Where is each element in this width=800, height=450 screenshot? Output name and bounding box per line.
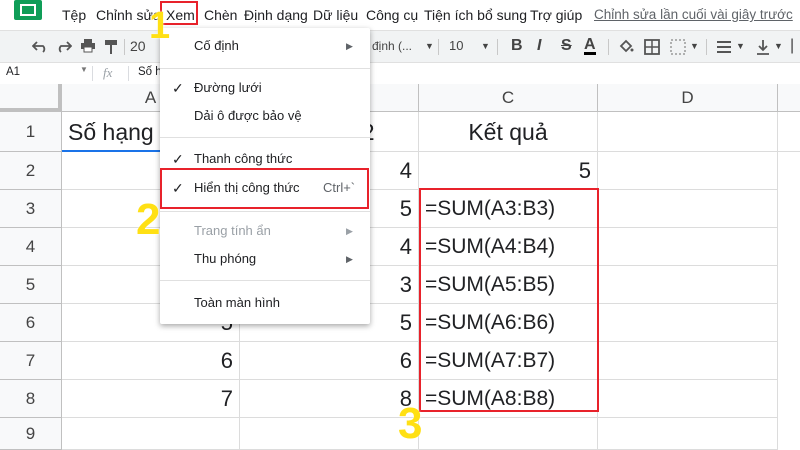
sheets-logo-icon[interactable] — [14, 0, 42, 20]
menu-file[interactable]: Tệp — [62, 6, 86, 24]
redo-icon[interactable] — [56, 39, 72, 53]
font-size-arrow-icon[interactable]: ▼ — [481, 37, 490, 55]
text-wrap-icon[interactable]: | — [790, 37, 794, 55]
cell-d4[interactable] — [598, 228, 778, 266]
row-header-8[interactable]: 8 — [0, 380, 62, 418]
row-header-6[interactable]: 6 — [0, 304, 62, 342]
undo-icon[interactable] — [32, 39, 48, 53]
toolbar-divider — [706, 39, 707, 55]
cell-b8[interactable]: 8 — [240, 380, 419, 418]
cell-d3[interactable] — [598, 190, 778, 228]
cell-c2[interactable]: 5 — [419, 152, 598, 190]
step-2-label: 2 — [136, 195, 161, 244]
view-menu-protected-ranges[interactable]: Dải ô được bảo vệ — [194, 107, 302, 125]
strikethrough-button[interactable]: S — [561, 37, 572, 55]
cell-a7[interactable]: 6 — [62, 342, 240, 380]
menu-divider — [160, 68, 370, 69]
print-icon[interactable] — [80, 39, 96, 53]
formula-bar: A1 ▼ fx Số h — [0, 62, 800, 86]
font-select[interactable]: định (... — [372, 37, 412, 55]
text-color-button[interactable]: A — [584, 37, 596, 55]
bold-button[interactable]: B — [511, 37, 523, 55]
cell-d9[interactable] — [598, 418, 778, 450]
check-icon: ✓ — [172, 80, 184, 96]
column-header-d[interactable]: D — [598, 84, 778, 112]
font-size-select[interactable]: 10 — [449, 37, 463, 55]
menu-insert[interactable]: Chèn — [204, 6, 237, 24]
cell-d5[interactable] — [598, 266, 778, 304]
toolbar-divider — [497, 39, 498, 55]
toolbar-divider — [124, 39, 125, 55]
menu-addons[interactable]: Tiện ích bổ sung — [424, 6, 527, 24]
menu-data[interactable]: Dữ liệu — [313, 6, 358, 24]
show-formulas-highlight — [160, 168, 369, 209]
submenu-arrow-icon: ▶ — [346, 41, 353, 51]
fill-color-icon[interactable] — [618, 39, 634, 55]
menu-help[interactable]: Trợ giúp — [530, 6, 582, 24]
column-header-c[interactable]: C — [419, 84, 598, 112]
row-header-1[interactable]: 1 — [0, 112, 62, 152]
cell-d7[interactable] — [598, 342, 778, 380]
view-menu-hidden-sheets: Trang tính ẩn — [194, 223, 271, 238]
view-menu-full-screen[interactable]: Toàn màn hình — [194, 294, 280, 312]
zoom-select[interactable]: 20 — [130, 37, 146, 55]
align-dropdown-icon[interactable]: ▼ — [736, 37, 745, 55]
name-box-arrow-icon[interactable]: ▼ — [80, 65, 88, 74]
row-header-3[interactable]: 3 — [0, 190, 62, 228]
formula-range-highlight — [419, 188, 599, 412]
toolbar: 20 định (... ▼ 10 ▼ B I S A ▼ ▼ ▼ | — [0, 30, 800, 63]
view-menu-freeze[interactable]: Cố định — [194, 37, 239, 55]
view-menu-zoom[interactable]: Thu phóng — [194, 250, 256, 268]
submenu-arrow-icon: ▶ — [346, 226, 353, 236]
menu-bar: Tệp Chỉnh sửa Xem Chèn Định dạng Dữ liệu… — [0, 0, 800, 30]
formula-input[interactable]: Số h — [138, 66, 162, 78]
menu-divider — [160, 137, 370, 138]
cell-a9[interactable] — [62, 418, 240, 450]
cell-d6[interactable] — [598, 304, 778, 342]
submenu-arrow-icon: ▶ — [346, 254, 353, 264]
italic-button[interactable]: I — [537, 37, 541, 55]
cell-d2[interactable] — [598, 152, 778, 190]
last-edit-link[interactable]: Chỉnh sửa lần cuối vài giây trước — [594, 6, 793, 24]
view-menu-gridlines[interactable]: Đường lưới — [194, 79, 262, 97]
menu-format[interactable]: Định dạng — [244, 6, 308, 24]
check-icon: ✓ — [172, 151, 184, 167]
horizontal-align-icon[interactable] — [716, 40, 732, 54]
cell-c9[interactable] — [419, 418, 598, 450]
font-dropdown-arrow-icon[interactable]: ▼ — [425, 37, 434, 55]
vertical-align-icon[interactable] — [756, 39, 770, 55]
toolbar-divider — [438, 39, 439, 55]
select-all-corner[interactable] — [0, 84, 62, 112]
formula-divider — [128, 66, 129, 81]
valign-dropdown-icon[interactable]: ▼ — [774, 37, 783, 55]
toolbar-divider — [608, 39, 609, 55]
paint-format-icon[interactable] — [104, 39, 118, 55]
step-3-label: 3 — [398, 399, 423, 448]
cell-b9[interactable] — [240, 418, 419, 450]
cell-d8[interactable] — [598, 380, 778, 418]
borders-icon[interactable] — [644, 39, 660, 55]
row-header-5[interactable]: 5 — [0, 266, 62, 304]
cell-a8[interactable]: 7 — [62, 380, 240, 418]
cell-d1[interactable] — [598, 112, 778, 152]
row-header-7[interactable]: 7 — [0, 342, 62, 380]
fx-icon: fx — [103, 65, 113, 80]
menu-divider — [160, 280, 370, 281]
name-box[interactable]: A1 — [6, 66, 20, 78]
merge-dropdown-icon[interactable]: ▼ — [690, 37, 699, 55]
row-header-9[interactable]: 9 — [0, 418, 62, 450]
formula-divider — [92, 66, 93, 81]
cell-c1[interactable]: Kết quả — [419, 112, 598, 152]
menu-divider — [160, 211, 370, 212]
column-header-e[interactable] — [778, 84, 800, 112]
row-header-4[interactable]: 4 — [0, 228, 62, 266]
menu-tools[interactable]: Công cụ — [366, 6, 418, 24]
cell-e1[interactable] — [778, 112, 800, 152]
merge-cells-icon[interactable] — [670, 39, 686, 55]
row-header-2[interactable]: 2 — [0, 152, 62, 190]
step-1-label: 1 — [149, 5, 171, 47]
cell-b7[interactable]: 6 — [240, 342, 419, 380]
view-menu-formula-bar[interactable]: Thanh công thức — [194, 150, 292, 168]
